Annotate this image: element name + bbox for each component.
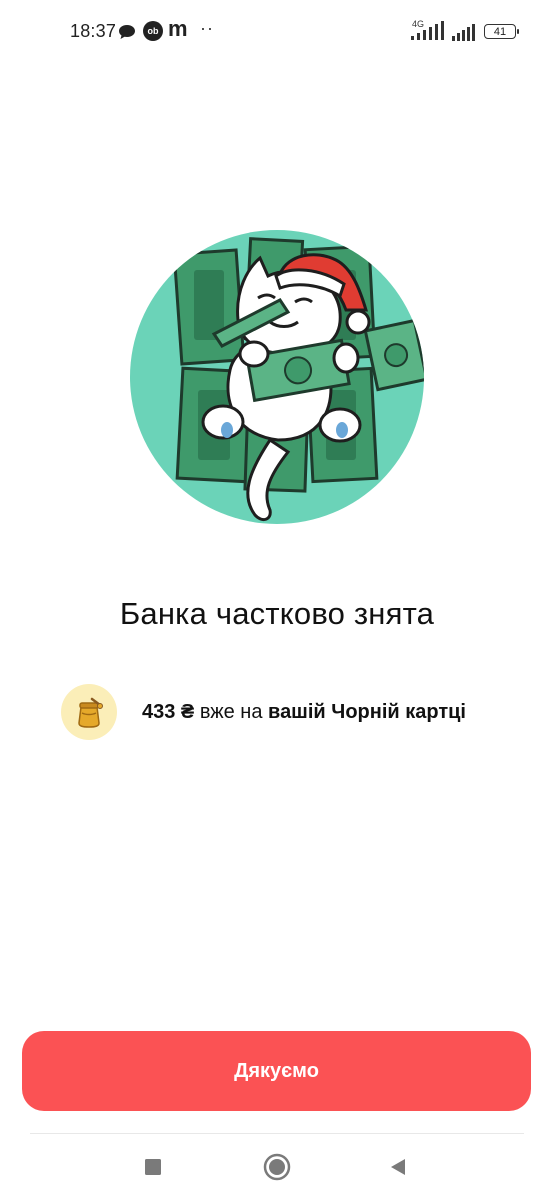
page-title: Банка частково знята	[119, 596, 435, 631]
card-name: вашій Чорній картці	[268, 700, 466, 723]
signal-4g-icon: 4G	[411, 19, 444, 40]
info-middle-text: вже на	[199, 700, 263, 723]
withdrawn-amount: 433 ₴	[142, 700, 195, 723]
transfer-info-text: 433 ₴ вже на вашій Чорній картці	[142, 701, 466, 724]
back-triangle-icon	[391, 1159, 405, 1175]
transfer-info-row: 433 ₴ вже на вашій Чорній картці	[61, 684, 466, 740]
home-circle-icon	[263, 1153, 291, 1181]
recent-apps-button[interactable]	[138, 1152, 168, 1182]
nav-divider	[30, 1133, 524, 1134]
honey-jar-icon	[78, 697, 103, 728]
battery-level: 41	[493, 25, 507, 38]
network-label: 4G	[412, 19, 424, 29]
chat-bubble-icon	[119, 25, 135, 39]
back-button[interactable]	[383, 1152, 413, 1182]
home-button[interactable]	[262, 1152, 292, 1182]
cat-with-money-illustration	[130, 230, 424, 524]
status-time: 18:37	[70, 21, 117, 41]
m-app-icon: m	[168, 16, 188, 41]
status-bar: 18:37 ob m ·· 4G 41	[0, 0, 554, 62]
recent-apps-square-icon	[145, 1159, 161, 1175]
more-dots-icon: ··	[200, 18, 214, 38]
signal-icon	[452, 24, 475, 41]
honey-jar-avatar	[61, 684, 117, 740]
thanks-button-label: Дякуємо	[234, 1059, 319, 1082]
battery-icon: 41	[484, 24, 519, 39]
ob-app-icon: ob	[143, 21, 163, 41]
thanks-button[interactable]: Дякуємо	[22, 1031, 531, 1111]
